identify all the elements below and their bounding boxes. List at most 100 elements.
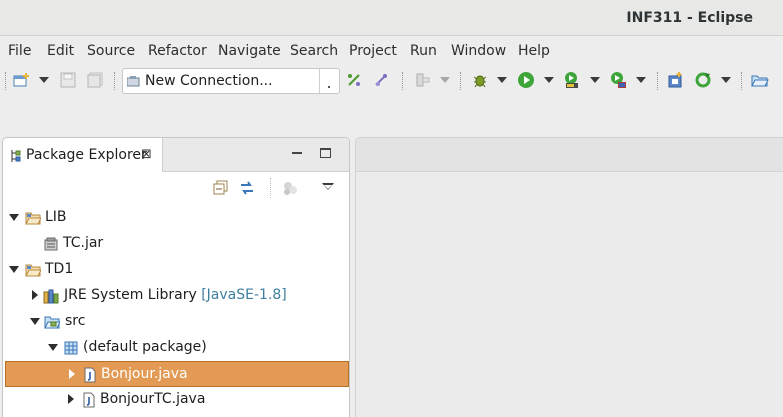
- window-titlebar: INF311 - Eclipse: [0, 0, 783, 36]
- disconnect-button[interactable]: [372, 71, 390, 89]
- collapse-all-icon: [213, 180, 228, 195]
- pin-button[interactable]: [414, 71, 432, 89]
- tree-item-name: JRE System Library: [64, 287, 202, 303]
- menu-navigate[interactable]: Navigate: [218, 43, 281, 59]
- tree-item-label: LIB: [45, 209, 67, 225]
- tree-item-default-package[interactable]: (default package): [3, 335, 349, 361]
- save-all-button[interactable]: [86, 71, 104, 89]
- connect-button[interactable]: [345, 71, 363, 89]
- tree-item-src[interactable]: src: [3, 309, 349, 335]
- view-toolbar-separator: [270, 178, 271, 198]
- menu-edit[interactable]: Edit: [47, 43, 74, 59]
- menu-help[interactable]: Help: [518, 43, 550, 59]
- menu-refactor[interactable]: Refactor: [148, 43, 207, 59]
- tree-item-label: BonjourTC.java: [100, 391, 206, 407]
- tree-item-label: src: [65, 313, 86, 329]
- tree-item-label: TC.jar: [63, 235, 104, 251]
- debug-button[interactable]: [471, 71, 489, 89]
- java-file-icon: [84, 367, 96, 383]
- coverage-dropdown[interactable]: [590, 77, 600, 83]
- connection-combo[interactable]: New Connection...: [122, 68, 340, 94]
- maximize-view-button[interactable]: [320, 148, 331, 158]
- coverage-button[interactable]: [563, 71, 581, 89]
- run-button[interactable]: [517, 71, 535, 89]
- expand-toggle-icon[interactable]: [9, 214, 19, 221]
- toolbar-grip: [5, 72, 6, 90]
- tree-item-jre-library[interactable]: JRE System Library [JavaSE-1.8]: [3, 283, 349, 309]
- expand-toggle-icon[interactable]: [69, 369, 75, 379]
- tree-item-bonjour-java[interactable]: Bonjour.java: [5, 361, 349, 387]
- java-file-icon: [83, 392, 95, 408]
- tree-item-td1[interactable]: TD1: [3, 257, 349, 283]
- open-type-button[interactable]: [751, 71, 769, 89]
- menu-project[interactable]: Project: [349, 43, 397, 59]
- tree-item-decoration: [JavaSE-1.8]: [201, 287, 287, 303]
- menu-bar: File Edit Source Refactor Navigate Searc…: [0, 37, 783, 64]
- disconnect-icon: [375, 74, 387, 86]
- new-wizard-button[interactable]: [13, 71, 31, 89]
- new-wizard-dropdown[interactable]: [39, 77, 49, 83]
- library-icon: [43, 289, 59, 304]
- link-with-editor-button[interactable]: [239, 180, 255, 196]
- external-tools-icon: [611, 72, 626, 88]
- toolbar-separator: [741, 72, 742, 90]
- jar-icon: [44, 237, 58, 251]
- tree-item-label: JRE System Library [JavaSE-1.8]: [64, 287, 287, 303]
- bug-icon: [473, 75, 487, 88]
- expand-toggle-icon[interactable]: [68, 394, 74, 404]
- collapse-all-button[interactable]: [213, 180, 229, 196]
- java-project-icon: [668, 72, 682, 88]
- tree-item-bonjourtc-java[interactable]: BonjourTC.java: [3, 387, 349, 413]
- menu-window[interactable]: Window: [451, 43, 506, 59]
- refresh-button[interactable]: [694, 71, 712, 89]
- menu-source[interactable]: Source: [87, 43, 135, 59]
- connection-combo-value: New Connection...: [145, 73, 273, 89]
- expand-toggle-icon[interactable]: [32, 290, 38, 300]
- expand-toggle-icon[interactable]: [30, 318, 40, 325]
- connection-combo-dropdown[interactable]: [319, 69, 339, 93]
- menu-search[interactable]: Search: [290, 43, 338, 59]
- package-explorer-tab-label: Package Explorer: [26, 147, 147, 163]
- tree-item-label: (default package): [83, 339, 207, 355]
- save-icon: [60, 72, 76, 88]
- connect-icon: [348, 74, 360, 86]
- save-all-icon: [87, 72, 103, 88]
- expand-toggle-icon[interactable]: [9, 266, 19, 273]
- menu-run[interactable]: Run: [410, 43, 437, 59]
- package-explorer-tabbar: Package Explorer ⊠: [3, 138, 349, 172]
- run-dropdown[interactable]: [544, 77, 554, 83]
- connection-icon: [127, 76, 140, 87]
- editor-tabbar: [356, 138, 783, 172]
- editor-area: [355, 137, 783, 417]
- tree-item-lib[interactable]: LIB: [3, 205, 349, 231]
- pin-dropdown[interactable]: [440, 77, 450, 83]
- project-folder-icon: [25, 264, 41, 277]
- expand-toggle-icon[interactable]: [48, 344, 58, 351]
- external-tools-button[interactable]: [609, 71, 627, 89]
- menu-file[interactable]: File: [8, 43, 31, 59]
- focus-task-button[interactable]: [282, 180, 298, 196]
- minimize-view-button[interactable]: [292, 152, 302, 154]
- tab-package-explorer[interactable]: Package Explorer ⊠: [3, 138, 163, 172]
- debug-dropdown[interactable]: [497, 77, 507, 83]
- refresh-dropdown[interactable]: [721, 77, 731, 83]
- refresh-icon: [695, 72, 711, 88]
- view-menu-button[interactable]: [322, 183, 334, 190]
- save-button[interactable]: [59, 71, 77, 89]
- coverage-icon: [565, 72, 578, 88]
- focus-task-icon: [284, 182, 297, 195]
- package-explorer-toolbar: [3, 174, 349, 202]
- source-folder-icon: [44, 316, 60, 329]
- new-icon: [13, 73, 29, 87]
- package-icon: [64, 341, 78, 355]
- toolbar-separator: [402, 72, 403, 90]
- project-folder-icon: [25, 212, 41, 225]
- tree-item-label: Bonjour.java: [101, 366, 188, 382]
- link-with-editor-icon: [241, 181, 253, 195]
- run-icon: [518, 72, 534, 88]
- external-tools-dropdown[interactable]: [636, 77, 646, 83]
- close-icon[interactable]: ⊠: [141, 147, 152, 162]
- tree-item-tc-jar[interactable]: TC.jar: [3, 231, 349, 257]
- toolbar-separator: [657, 72, 658, 90]
- new-java-project-button[interactable]: [667, 71, 685, 89]
